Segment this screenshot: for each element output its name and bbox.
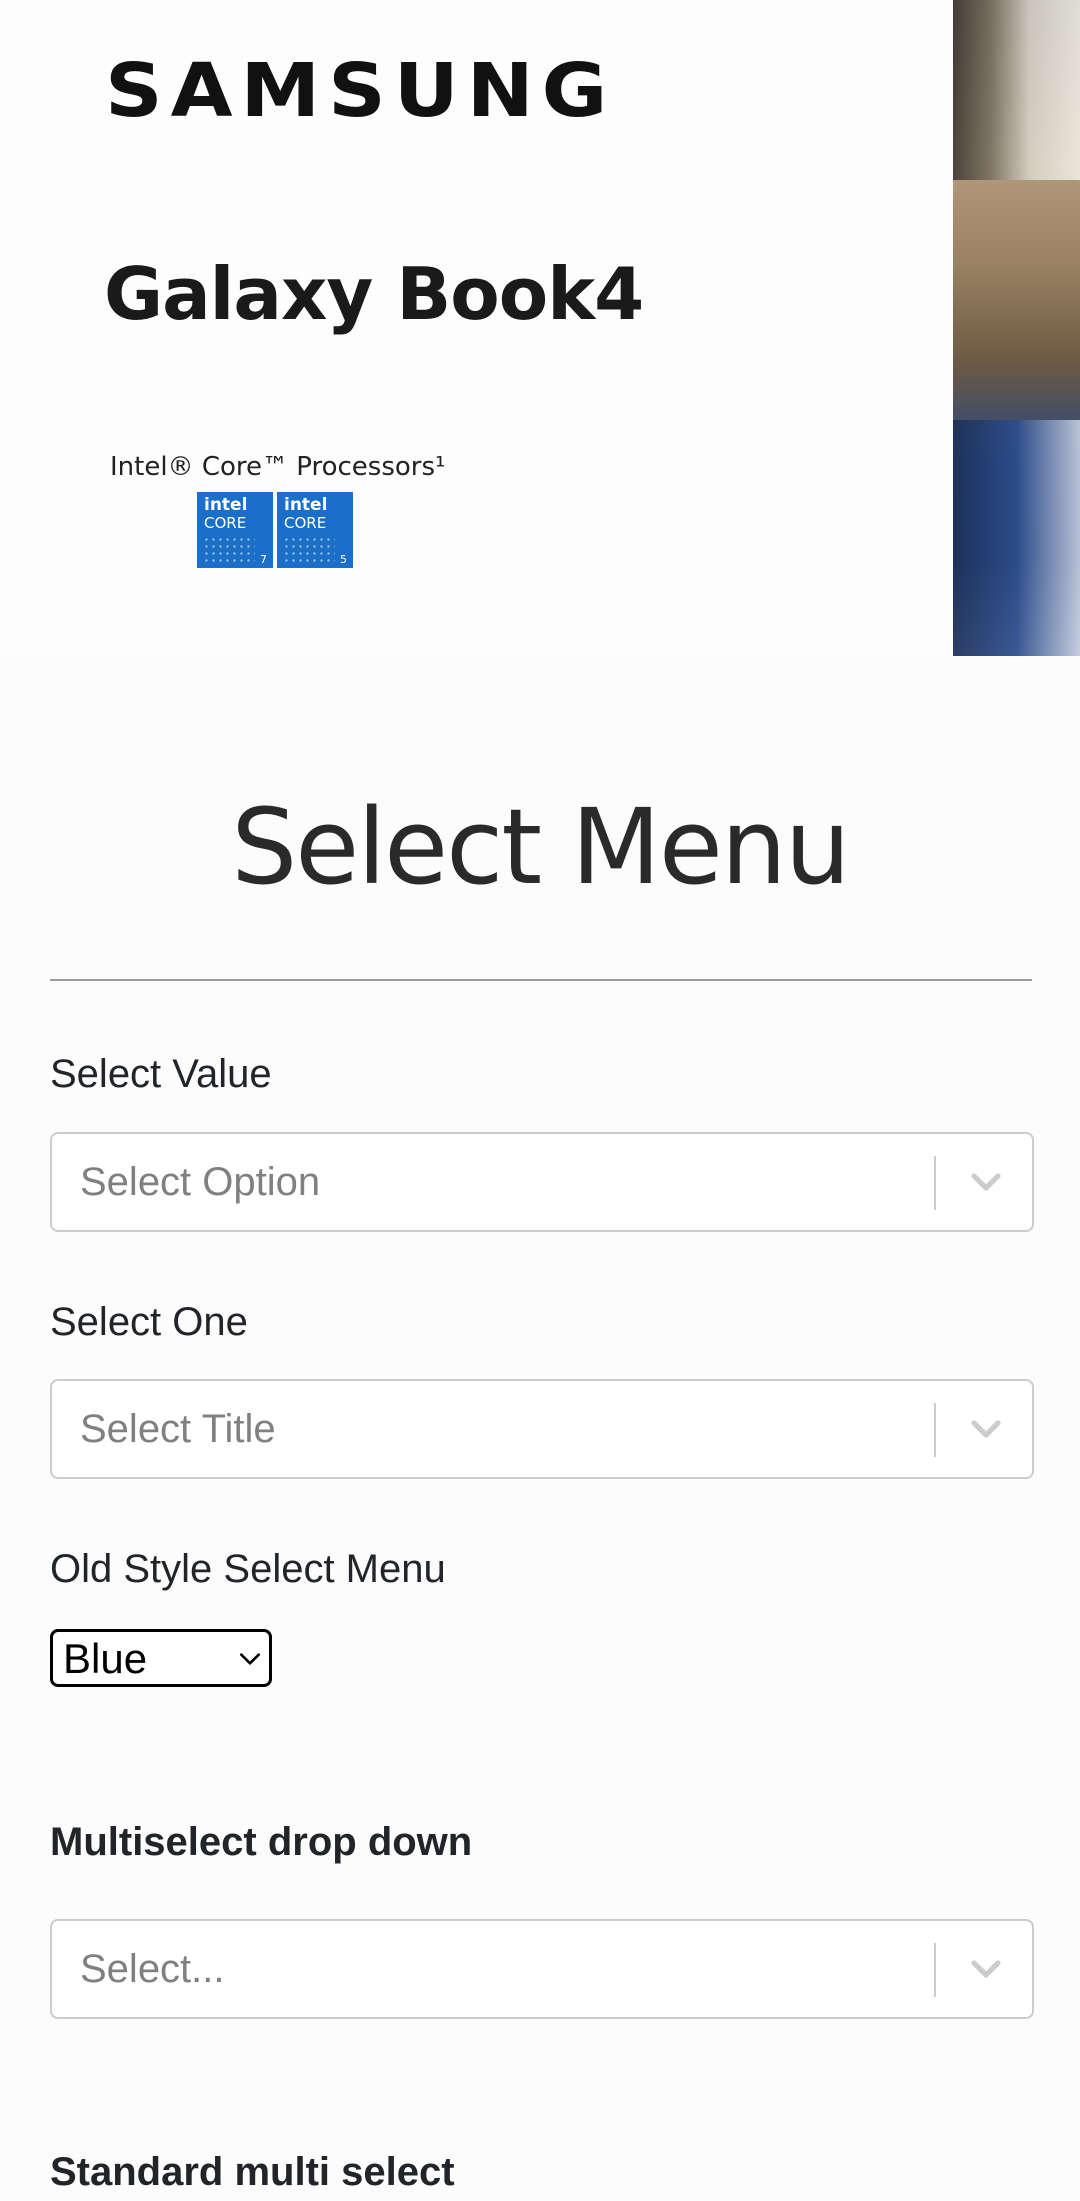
multiselect-label: Multiselect drop down: [50, 1820, 473, 1864]
select-value-dropdown[interactable]: Select Option: [50, 1132, 1034, 1232]
old-style-select[interactable]: Blue: [50, 1629, 272, 1687]
dropdown-separator: [934, 1403, 936, 1457]
intel-core-badge-icon: intel CORE 5: [277, 492, 353, 568]
ad-tagline: Intel® Core™ Processors¹: [110, 452, 446, 482]
select-one-placeholder: Select Title: [80, 1407, 276, 1451]
old-style-select-label: Old Style Select Menu: [50, 1547, 446, 1591]
multiselect-dropdown[interactable]: Select...: [50, 1919, 1034, 2019]
chevron-down-icon: [240, 1653, 260, 1665]
old-style-select-value: Blue: [63, 1635, 148, 1682]
page: SAMSUNG Galaxy Book4 Intel® Core™ Proces…: [0, 0, 1080, 2201]
intel-core-badge-icon: intel CORE 7: [197, 492, 273, 568]
select-one-label: Select One: [50, 1300, 248, 1344]
standard-multi-select-label: Standard multi select: [50, 2150, 455, 2194]
chevron-down-icon[interactable]: [962, 1945, 1010, 1993]
select-value-label: Select Value: [50, 1052, 272, 1096]
dropdown-separator: [934, 1156, 936, 1210]
ad-product-name: Galaxy Book4: [104, 252, 644, 336]
page-title: Select Menu: [231, 786, 850, 908]
multiselect-placeholder: Select...: [80, 1947, 225, 1991]
select-one-dropdown[interactable]: Select Title: [50, 1379, 1034, 1479]
dropdown-separator: [934, 1943, 936, 1997]
select-value-placeholder: Select Option: [80, 1160, 321, 1204]
chevron-down-icon[interactable]: [962, 1158, 1010, 1206]
ad-product-photo: [953, 0, 1080, 656]
ad-banner[interactable]: SAMSUNG Galaxy Book4 Intel® Core™ Proces…: [0, 0, 1080, 656]
ad-brand-logo: SAMSUNG: [105, 48, 616, 134]
chevron-down-icon[interactable]: [962, 1405, 1010, 1453]
divider: [50, 979, 1032, 981]
